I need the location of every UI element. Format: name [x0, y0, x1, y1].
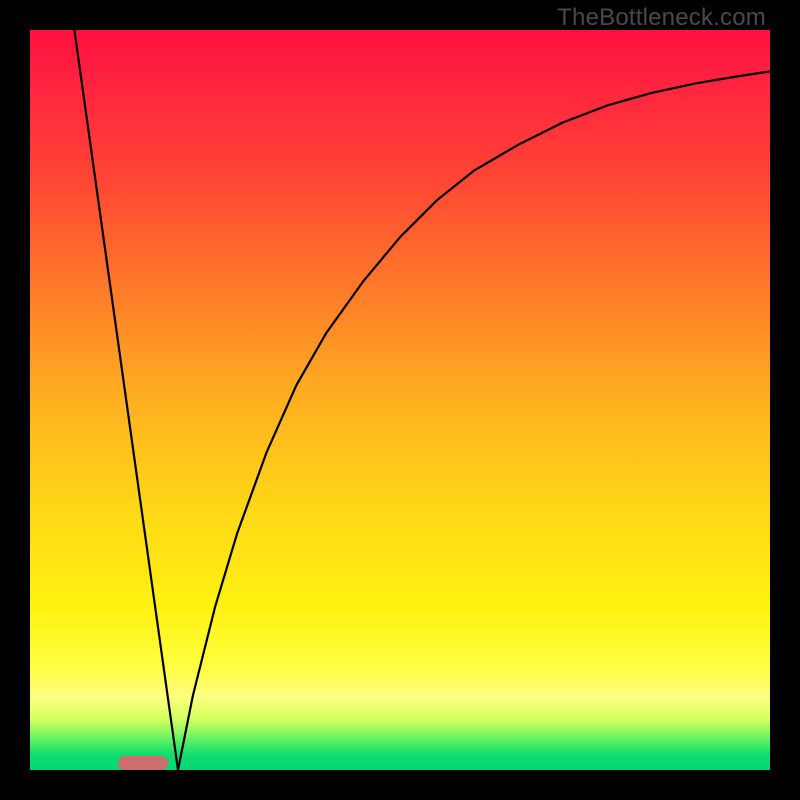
curve-layer: [30, 30, 770, 770]
plot-area: [30, 30, 770, 770]
valley-marker: [118, 756, 168, 770]
watermark-text: TheBottleneck.com: [557, 4, 766, 32]
right-curve: [178, 71, 770, 770]
chart-frame: TheBottleneck.com: [0, 0, 800, 800]
left-line: [74, 30, 178, 770]
